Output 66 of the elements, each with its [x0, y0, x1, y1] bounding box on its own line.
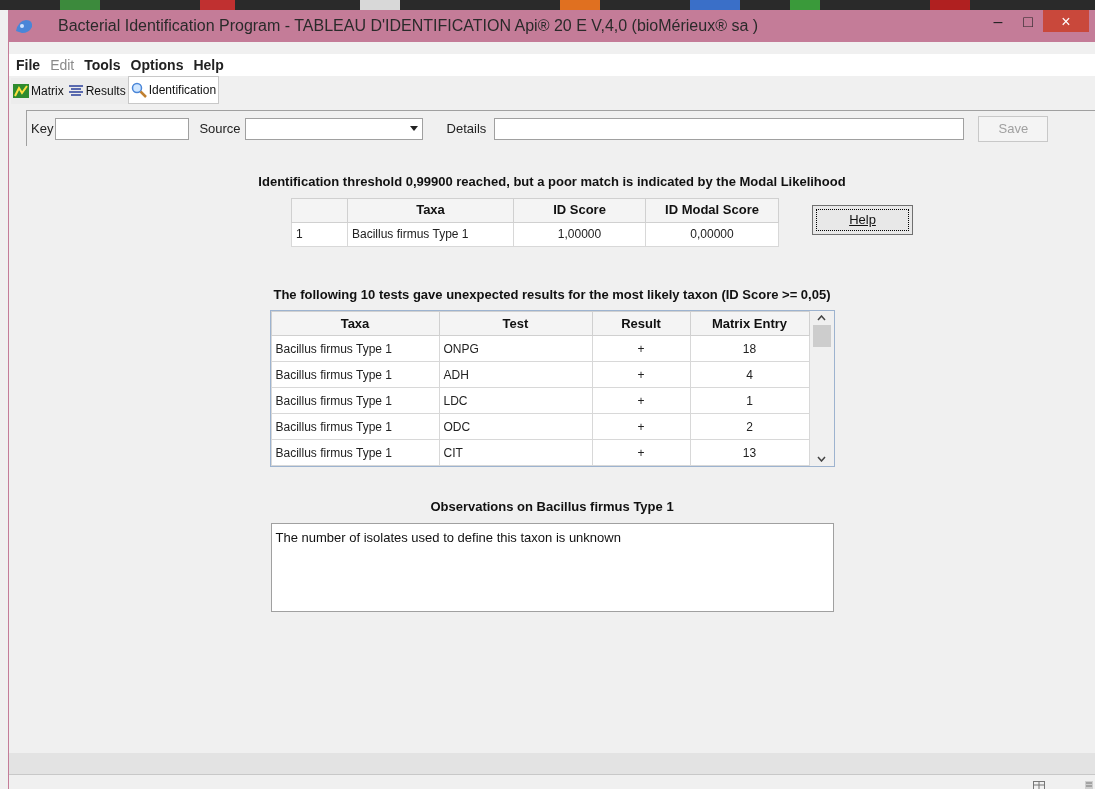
table-cell: 1,00000: [513, 222, 646, 246]
column-header[interactable]: Result: [592, 311, 690, 336]
key-label: Key: [31, 119, 54, 138]
table-cell: 13: [690, 439, 809, 466]
menu-item[interactable]: Help: [188, 54, 229, 76]
table-cell: CIT: [439, 439, 592, 466]
table-cell: Bacillus firmus Type 1: [271, 335, 439, 362]
menu-item[interactable]: Tools: [79, 54, 126, 76]
app-icon: [14, 17, 34, 35]
table-cell: +: [592, 361, 690, 388]
table-cell: LDC: [439, 387, 592, 414]
details-label: Details: [446, 119, 487, 138]
maximize-button[interactable]: □: [1013, 10, 1043, 32]
details-field[interactable]: [494, 117, 965, 140]
table-cell: +: [592, 335, 690, 362]
column-header[interactable]: [291, 198, 348, 222]
scrollbar-thumb[interactable]: [812, 325, 831, 347]
source-label: Source: [199, 119, 241, 138]
search-icon: [130, 82, 147, 98]
table-cell: ODC: [439, 413, 592, 440]
help-button[interactable]: Help: [812, 204, 913, 235]
dropdown-arrow-icon: [409, 126, 418, 131]
toolbar-tab[interactable]: Matrix: [11, 78, 66, 104]
table-cell: Bacillus firmus Type 1: [271, 387, 439, 414]
column-header[interactable]: Matrix Entry: [690, 311, 809, 336]
scroll-up-icon[interactable]: [817, 315, 826, 321]
minimize-button[interactable]: –: [983, 10, 1013, 32]
scrollbar[interactable]: [809, 311, 834, 466]
table-cell: +: [592, 413, 690, 440]
list-icon: [67, 84, 84, 98]
scroll-down-icon[interactable]: [817, 456, 826, 462]
tests-heading: The following 10 tests gave unexpected results for the most likely taxon (ID Score >= 0,05): [273, 285, 831, 304]
menu-item[interactable]: Options: [125, 54, 189, 76]
table-cell: Bacillus firmus Type 1: [347, 222, 514, 246]
table-cell: Bacillus firmus Type 1: [271, 413, 439, 440]
table-cell: +: [592, 439, 690, 466]
table-cell: 4: [690, 361, 809, 388]
table-cell: +: [592, 387, 690, 414]
source-dropdown[interactable]: [244, 117, 423, 140]
table-cell: Bacillus firmus Type 1: [271, 361, 439, 388]
table-cell: ONPG: [439, 335, 592, 362]
table-cell: 0,00000: [645, 222, 779, 246]
observations-text: The number of isolates used to define this taxon is unknown: [275, 529, 621, 545]
column-header[interactable]: Taxa: [271, 311, 439, 336]
observations-heading: Observations on Bacillus firmus Type 1: [430, 498, 674, 516]
toolbar-tab[interactable]: Results: [65, 78, 128, 104]
table-cell: 2: [690, 413, 809, 440]
table-cell: ADH: [439, 361, 592, 388]
column-header[interactable]: ID Modal Score: [645, 198, 779, 222]
observations-box[interactable]: The number of isolates used to define this taxon is unknown: [270, 522, 834, 612]
column-header[interactable]: Taxa: [347, 198, 514, 222]
list-icon: [1085, 781, 1093, 789]
column-header[interactable]: Test: [439, 311, 592, 336]
column-header[interactable]: ID Score: [513, 198, 646, 222]
key-field[interactable]: [55, 117, 190, 140]
toolbar-tab[interactable]: Identification: [127, 76, 220, 104]
grid-icon: [1033, 781, 1045, 789]
table-cell: 1: [291, 222, 348, 246]
menu-item[interactable]: File: [11, 54, 46, 76]
chart-icon: [13, 84, 29, 98]
close-button[interactable]: ×: [1043, 10, 1089, 32]
window-title: Bacterial Identification Program - TABLEAU D'IDENTIFICATION Api® 20 E V,4,0 (bioMérieux® sa ): [58, 16, 759, 36]
table-cell: 18: [690, 335, 809, 362]
identification-heading: Identification threshold 0,99900 reached, but a poor match is indicated by the Modal Likelihood: [258, 173, 846, 191]
table-cell: 1: [690, 387, 809, 414]
table-cell: Bacillus firmus Type 1: [271, 439, 439, 466]
